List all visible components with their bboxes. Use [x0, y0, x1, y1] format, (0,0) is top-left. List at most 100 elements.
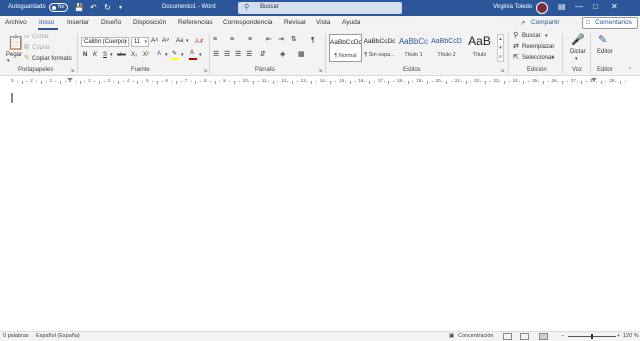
editor-button[interactable]: Editor [597, 49, 613, 55]
word-count[interactable]: 0 palabras [3, 333, 29, 339]
print-layout-icon[interactable] [539, 333, 548, 340]
bullets-icon[interactable]: ≡ [213, 36, 217, 44]
paragraph-launcher-icon[interactable]: ⇲ [318, 68, 322, 74]
copy-button[interactable]: Copiar [32, 45, 50, 51]
right-indent-marker[interactable] [591, 78, 597, 81]
focus-icon[interactable]: ▣ [449, 333, 454, 339]
read-mode-icon[interactable] [503, 333, 512, 340]
style-normal[interactable]: AaBbCcDc ¶ Normal [329, 34, 362, 62]
shrink-font-button[interactable]: A˅ [162, 38, 170, 44]
zoom-out-button[interactable]: − [561, 333, 564, 339]
document-page[interactable] [0, 86, 640, 331]
font-color-icon[interactable]: A [190, 50, 194, 56]
strikethrough-button[interactable]: abc [117, 52, 126, 58]
bold-button[interactable]: N [83, 52, 87, 58]
change-case-button[interactable]: Aa [176, 38, 183, 44]
superscript-button[interactable]: X² [143, 52, 149, 58]
cut-button[interactable]: Cortar [32, 34, 49, 40]
editor-icon[interactable]: ✎ [598, 34, 607, 46]
grow-font-button[interactable]: A˄ [151, 38, 159, 44]
microphone-icon[interactable]: 🎤 [571, 34, 585, 46]
maximize-icon[interactable]: □ [593, 2, 598, 12]
chevron-down-icon[interactable]: ▾ [181, 52, 184, 58]
chevron-down-icon[interactable]: ▾ [575, 56, 578, 62]
highlight-icon[interactable]: ✎ [172, 50, 177, 57]
chevron-down-icon[interactable]: ▾ [165, 52, 168, 58]
style-heading-2[interactable]: AaBbCcD Título 2 [430, 34, 463, 62]
tab-insertar[interactable]: Insertar [67, 19, 89, 26]
subscript-button[interactable]: X₂ [131, 52, 137, 58]
undo-icon[interactable]: ↶ [90, 3, 97, 13]
font-name-select[interactable]: Calibri (Cuerpo) ▾ [81, 37, 129, 47]
tab-correspondencia[interactable]: Correspondencia [223, 19, 273, 26]
style-title[interactable]: AaB Título [463, 34, 496, 62]
chevron-down-icon[interactable]: ▾ [186, 38, 189, 44]
zoom-in-button[interactable]: + [617, 333, 620, 339]
font-launcher-icon[interactable]: ⇲ [203, 68, 207, 74]
comments-button[interactable]: □ Comentarios [582, 17, 638, 29]
justify-icon[interactable]: ☰ [246, 51, 252, 59]
minimize-icon[interactable]: — [575, 2, 583, 12]
underline-button[interactable]: S [103, 52, 107, 58]
font-size-select[interactable]: 11 ▾ [131, 37, 149, 47]
line-spacing-icon[interactable]: ⇵ [260, 51, 266, 59]
clipboard-launcher-icon[interactable]: ⇲ [70, 68, 74, 74]
ribbon-display-icon[interactable]: ▤ [558, 2, 566, 12]
web-layout-icon[interactable] [520, 333, 529, 340]
share-button[interactable]: ↗ Compartir [516, 18, 576, 28]
customize-icon[interactable]: ▾ [119, 3, 122, 13]
tab-disposicion[interactable]: Disposición [133, 19, 166, 26]
left-indent-marker[interactable] [67, 78, 73, 81]
align-center-icon[interactable]: ☰ [224, 51, 230, 59]
show-marks-button[interactable]: ¶ [311, 37, 315, 44]
avatar[interactable] [536, 2, 548, 14]
style-heading-1[interactable]: AaBbCc Título 1 [397, 34, 430, 62]
chevron-down-icon[interactable]: ▾ [545, 33, 548, 39]
search-box[interactable]: ⚲ Buscar [238, 2, 402, 14]
select-button[interactable]: Seleccionar [522, 55, 553, 61]
clear-formatting-icon[interactable]: A✗ [195, 38, 204, 45]
zoom-level[interactable]: 120 % [623, 333, 639, 339]
tab-diseno[interactable]: Diseño [101, 19, 121, 26]
focus-mode-button[interactable]: Concentración [458, 333, 493, 339]
zoom-slider[interactable] [568, 334, 616, 339]
numbering-icon[interactable]: ≡ [230, 36, 234, 44]
increase-indent-icon[interactable]: ⇥ [278, 36, 284, 44]
chevron-down-icon[interactable]: ▾ [110, 52, 113, 58]
language-indicator[interactable]: Español (España) [36, 333, 80, 339]
decrease-indent-icon[interactable]: ⇤ [266, 36, 272, 44]
multilevel-list-icon[interactable]: ≡ [248, 36, 252, 44]
format-painter-button[interactable]: Copiar formato [32, 56, 72, 62]
paste-icon[interactable]: 📋 [7, 34, 24, 50]
save-icon[interactable]: 💾 [74, 3, 84, 13]
align-left-icon[interactable]: ☰ [213, 51, 219, 59]
user-name[interactable]: Virginia Toledo [493, 4, 532, 10]
tab-revisar[interactable]: Revisar [284, 19, 306, 26]
styles-launcher-icon[interactable]: ⇲ [500, 68, 504, 74]
tab-vista[interactable]: Vista [316, 19, 330, 26]
paste-dropdown-icon[interactable]: ▾ [7, 58, 10, 64]
redo-icon[interactable]: ↻ [104, 3, 111, 13]
text-effects-icon[interactable]: A [157, 51, 161, 57]
close-icon[interactable]: ✕ [611, 2, 618, 12]
zoom-slider-knob[interactable] [591, 334, 593, 339]
autosave-toggle[interactable]: No [49, 3, 68, 12]
chevron-down-icon[interactable]: ▾ [199, 52, 202, 58]
italic-button[interactable]: K [93, 52, 97, 58]
tab-archivo[interactable]: Archivo [5, 19, 27, 26]
style-no-spacing[interactable]: AaBbCcDc ¶ Sin espa... [363, 34, 396, 62]
tab-referencias[interactable]: Referencias [178, 19, 213, 26]
find-button[interactable]: Buscar [522, 33, 541, 39]
collapse-ribbon-icon[interactable]: ⌃ [628, 67, 632, 73]
borders-icon[interactable]: ▦ [298, 51, 305, 59]
tab-inicio[interactable]: Inicio [39, 19, 54, 26]
chevron-down-icon[interactable]: ▾ [552, 55, 555, 61]
tab-ayuda[interactable]: Ayuda [342, 19, 360, 26]
shading-icon[interactable]: ◈ [280, 51, 285, 59]
align-right-icon[interactable]: ☰ [235, 51, 241, 59]
dictate-button[interactable]: Dictar [570, 49, 586, 55]
replace-button[interactable]: Reemplazar [522, 44, 554, 50]
horizontal-ruler[interactable]: 3 2 1 1 2 3 4 5 6 7 8 9 10 11 12 13 14 15 16 17 18 19 20 21 22 23… [0, 77, 640, 86]
styles-gallery-scroll[interactable]: ▴ ▾ ≡ [497, 34, 504, 62]
sort-icon[interactable]: ⇅ [291, 36, 297, 44]
